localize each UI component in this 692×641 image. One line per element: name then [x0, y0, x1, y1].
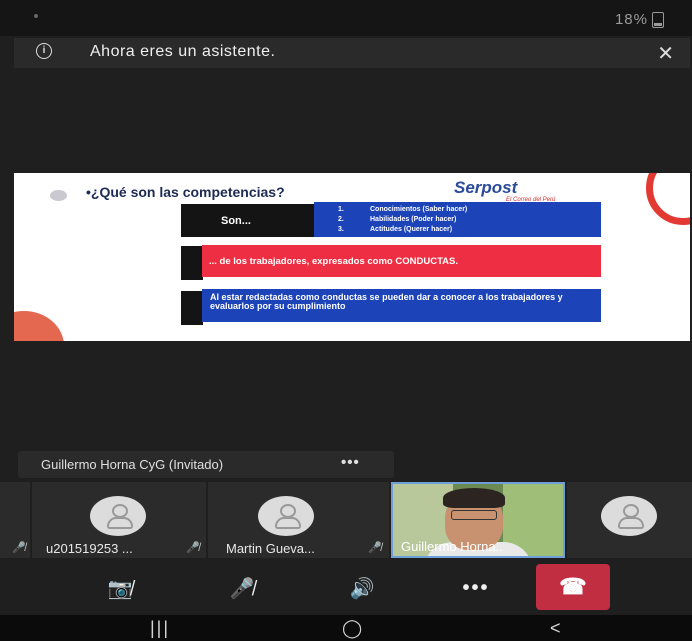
evaluation-box: Al estar redactadas como conductas se pu… [202, 289, 601, 322]
mic-off-icon[interactable]: 🎤̸ [212, 566, 272, 610]
son-label: Son... [221, 215, 251, 227]
mic-muted-icon: 🎤̸ [12, 542, 26, 554]
decorative-arc [646, 173, 690, 225]
avatar [601, 496, 657, 536]
evaluation-text: Al estar redactadas como conductas se pu… [210, 292, 563, 311]
avatar [258, 496, 314, 536]
serpost-logo: Serpost [454, 178, 518, 197]
list-item: 2. Habilidades (Poder hacer) [338, 216, 457, 223]
slide-title: •¿Qué son las competencias? [86, 184, 285, 200]
hang-up-button[interactable]: ☎ [536, 564, 610, 610]
participant-tile[interactable] [567, 482, 692, 558]
call-controls-bar: 📷̸ 🎤̸ 🔊 ••• ☎ [0, 560, 692, 615]
list-item: 3. Actitudes (Querer hacer) [338, 226, 453, 233]
home-button[interactable]: ◯ [342, 618, 362, 639]
decorative-blob [14, 311, 64, 341]
more-options-button[interactable]: ••• [446, 566, 506, 610]
competency-list: 1. Conocimientos (Saber hacer) 2. Habilida… [314, 202, 601, 237]
list-item: 1. Conocimientos (Saber hacer) [338, 206, 468, 213]
video-person-glasses [451, 510, 497, 520]
info-icon: i [36, 43, 52, 59]
speaker-icon[interactable]: 🔊 [332, 566, 392, 610]
status-bar: 18% [0, 0, 692, 36]
participant-name: Guillermo Horna.. [401, 539, 503, 554]
presenter-name-tag[interactable]: Guillermo Horna CyG (Invitado) ••• [18, 451, 394, 478]
conductas-text: ... de los trabajadores, expresados como… [209, 256, 458, 267]
son-box: Son... [181, 204, 314, 237]
notice-text: Ahora eres un asistente. [90, 43, 276, 60]
battery-percent: 18% [614, 11, 648, 28]
recents-button[interactable]: ||| [150, 618, 170, 639]
participant-tile-partial[interactable]: 🎤̸ [0, 482, 30, 558]
mic-muted-icon: 🎤̸ [186, 542, 200, 554]
role-notice-banner: i Ahora eres un asistente. ✕ [14, 38, 690, 68]
participant-tile[interactable]: u201519253 ... 🎤̸ [32, 482, 206, 558]
video-person-hair [443, 488, 505, 508]
presenter-more-button[interactable]: ••• [341, 454, 360, 471]
blue-row-accent [181, 291, 203, 325]
presenter-name: Guillermo Horna CyG (Invitado) [41, 457, 224, 472]
red-row-accent [181, 246, 203, 280]
mic-muted-icon: 🎤̸ [368, 542, 382, 554]
participant-tile[interactable]: Martin Gueva... 🎤̸ [208, 482, 389, 558]
participant-name: Martin Gueva... [226, 541, 315, 556]
avatar [90, 496, 146, 536]
participant-video-tile-active[interactable]: Guillermo Horna.. [391, 482, 565, 558]
participant-name: u201519253 ... [46, 541, 133, 556]
android-nav-bar: ||| ◯ < [0, 615, 692, 641]
back-button[interactable]: < [550, 618, 561, 639]
shared-presentation-slide: •¿Qué son las competencias? Serpost El C… [14, 173, 690, 341]
bullet-dot [50, 190, 67, 201]
conductas-box: ... de los trabajadores, expresados como… [202, 245, 601, 277]
battery-icon [652, 12, 664, 28]
status-dot [34, 14, 38, 18]
camera-off-icon[interactable]: 📷̸ [90, 566, 150, 610]
close-icon[interactable]: ✕ [657, 41, 674, 66]
